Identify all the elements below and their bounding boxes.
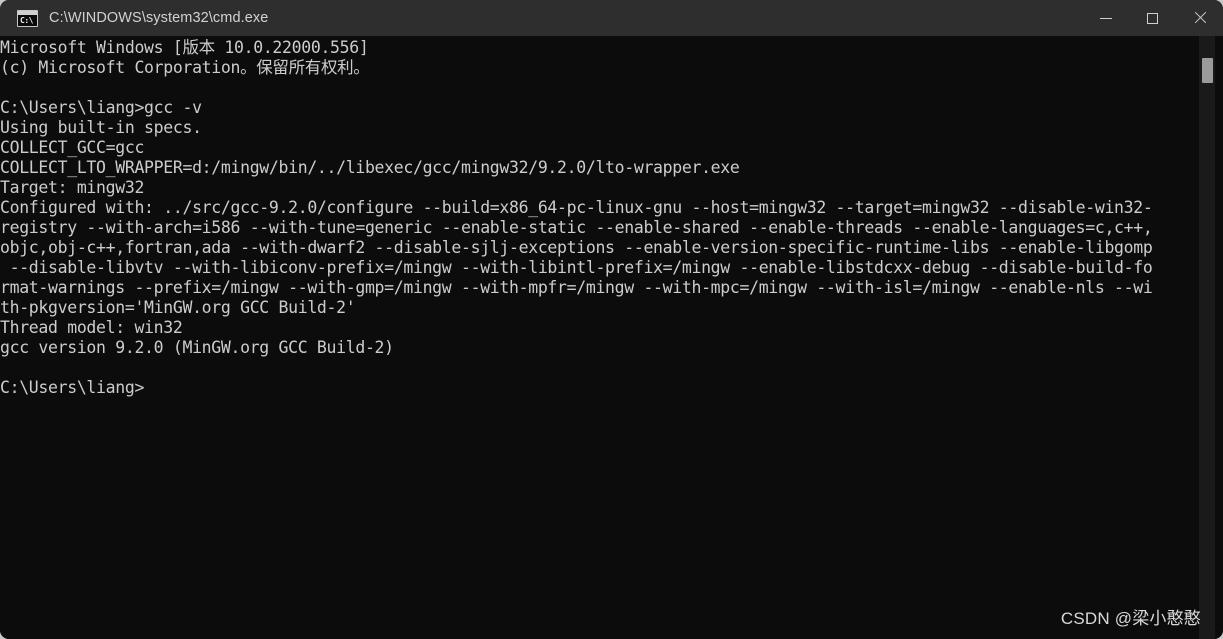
csdn-watermark: CSDN @梁小憨憨: [1060, 609, 1201, 628]
cmd-icon-label: C:\: [20, 15, 33, 25]
console-scrollbar[interactable]: [1199, 36, 1215, 639]
scrollbar-thumb[interactable]: [1202, 58, 1213, 83]
screenshot-root: C:\ C:\WINDOWS\system32\cmd.exe Microsof…: [0, 0, 1223, 639]
cmd-app-icon: C:\: [17, 9, 38, 27]
window-controls: [1082, 0, 1223, 36]
maximize-button[interactable]: [1129, 0, 1176, 36]
close-button[interactable]: [1176, 0, 1223, 36]
minimize-icon: [1099, 17, 1112, 19]
minimize-button[interactable]: [1082, 0, 1129, 36]
cmd-window: C:\ C:\WINDOWS\system32\cmd.exe Microsof…: [0, 0, 1223, 639]
window-title: C:\WINDOWS\system32\cmd.exe: [49, 10, 269, 26]
title-bar-left: C:\ C:\WINDOWS\system32\cmd.exe: [0, 0, 1082, 36]
console-output-area[interactable]: Microsoft Windows [版本 10.0.22000.556] (c…: [0, 36, 1223, 639]
close-icon: [1193, 11, 1207, 25]
cmd-icon-titlebar-strip: [18, 10, 37, 15]
maximize-icon: [1147, 12, 1158, 24]
title-bar[interactable]: C:\ C:\WINDOWS\system32\cmd.exe: [0, 0, 1223, 36]
console-text: Microsoft Windows [版本 10.0.22000.556] (c…: [0, 38, 1153, 397]
